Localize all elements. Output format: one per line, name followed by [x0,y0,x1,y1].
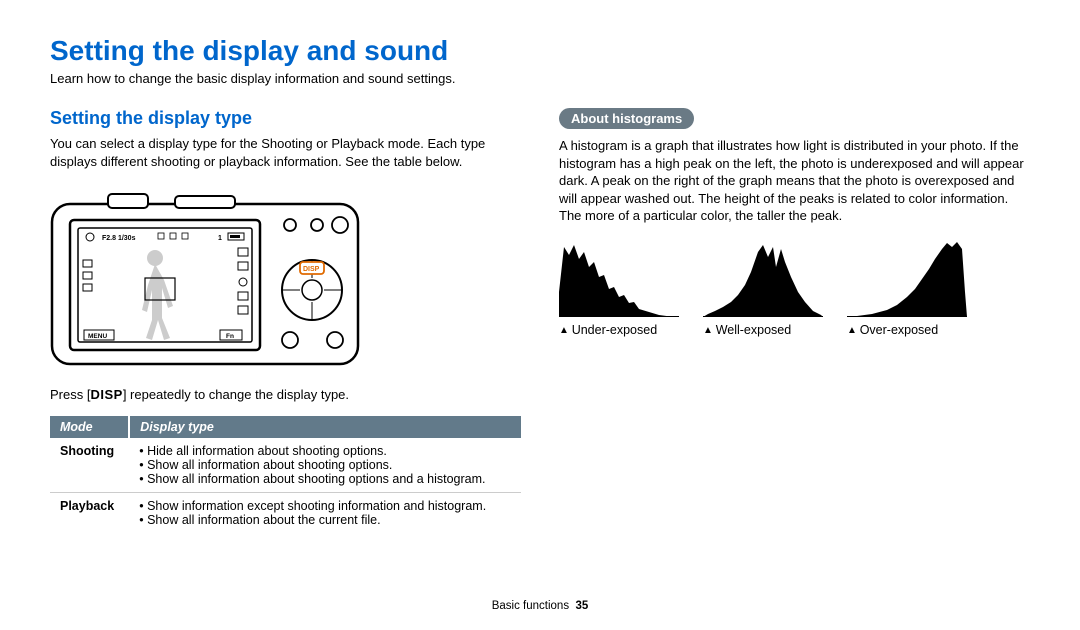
about-histograms-pill: About histograms [559,108,694,129]
press-prefix: Press [ [50,387,90,402]
dpad-disp-label: DISP [303,266,320,273]
section-heading-display-type: Setting the display type [50,108,521,129]
histogram-body: A histogram is a graph that illustrates … [559,137,1030,225]
histogram-row: Under-exposed Well-exposed Over-exposed [559,237,1030,337]
page-title: Setting the display and sound [50,35,1030,67]
page-intro: Learn how to change the basic display in… [50,71,1030,86]
table-item: Show all information about shooting opti… [139,458,511,472]
table-item: Show information except shooting informa… [139,499,511,513]
page-footer: Basic functions 35 [0,600,1080,612]
histogram-chart-icon [703,237,823,317]
table-header-mode: Mode [50,416,129,438]
table-item: Show all information about the current f… [139,513,511,527]
histogram-chart-icon [559,237,679,317]
press-instruction: Press [DISP] repeatedly to change the di… [50,387,521,402]
lcd-menu-label: MENU [88,333,107,340]
footer-page-number: 35 [575,600,588,612]
camera-illustration: F2.8 1/30s 1 [50,190,360,370]
left-column: Setting the display type You can select … [50,108,521,533]
right-column: About histograms A histogram is a graph … [559,108,1030,533]
table-row: Shooting Hide all information about shoo… [50,438,521,493]
table-header-display-type: Display type [129,416,521,438]
table-row: Playback Show information except shootin… [50,493,521,534]
display-type-table: Mode Display type Shooting Hide all info… [50,416,521,533]
histogram-label: Under-exposed [559,323,679,337]
svg-text:1: 1 [218,235,222,242]
histogram-label: Over-exposed [847,323,967,337]
footer-section: Basic functions [492,600,569,612]
histogram-well-exposed: Well-exposed [703,237,823,337]
lcd-fn-label: Fn [226,333,234,340]
histogram-over-exposed: Over-exposed [847,237,967,337]
disp-button-label: DISP [90,387,122,402]
press-suffix: ] repeatedly to change the display type. [123,387,349,402]
histogram-under-exposed: Under-exposed [559,237,679,337]
display-type-body: You can select a display type for the Sh… [50,135,521,170]
table-item: Show all information about shooting opti… [139,472,511,486]
two-column-layout: Setting the display type You can select … [50,108,1030,533]
table-mode-cell: Playback [50,493,129,534]
histogram-chart-icon [847,237,967,317]
table-mode-cell: Shooting [50,438,129,493]
table-item: Hide all information about shooting opti… [139,444,511,458]
histogram-label: Well-exposed [703,323,823,337]
lcd-exposure-text: F2.8 1/30s [102,235,136,242]
